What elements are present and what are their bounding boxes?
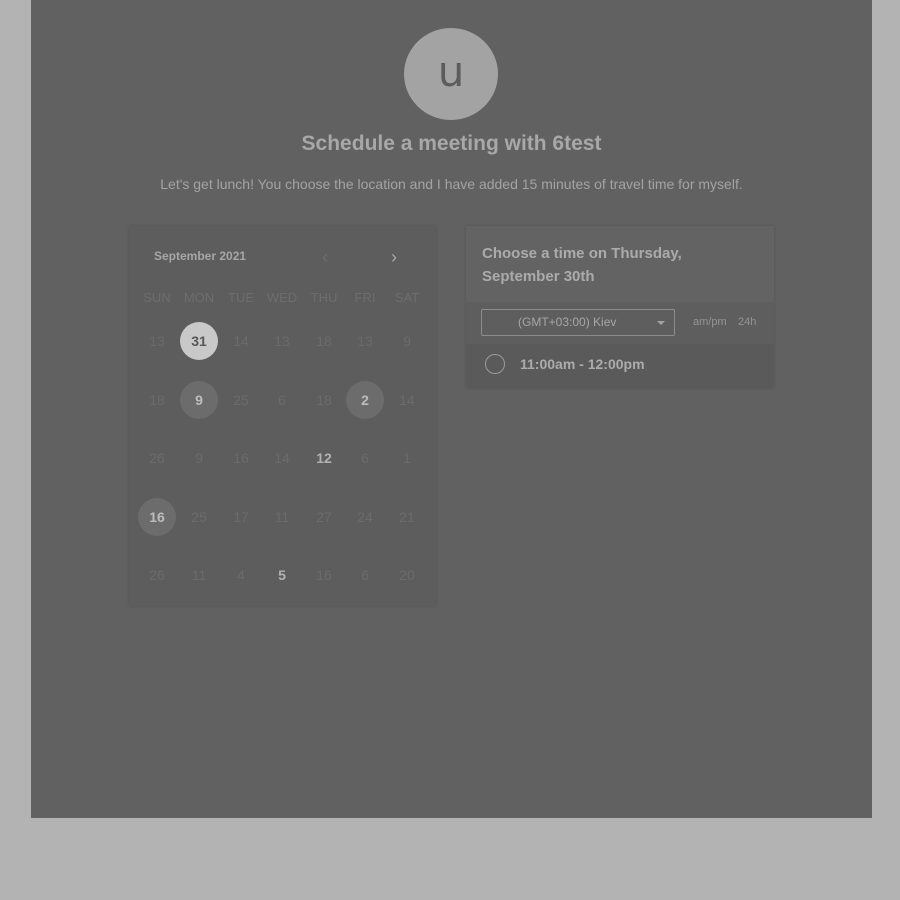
weekday-label: WED xyxy=(266,290,298,305)
calendar-day: 24 xyxy=(357,509,373,525)
avatar: u xyxy=(404,28,498,120)
calendar-day: 14 xyxy=(233,333,249,349)
calendar-day: 17 xyxy=(233,509,249,525)
time-panel-header: Choose a time on Thursday, September 30t… xyxy=(466,226,774,302)
calendar-day: 6 xyxy=(361,567,369,583)
calendar-day: 9 xyxy=(195,450,203,466)
calendar-day: 13 xyxy=(357,333,373,349)
chevron-left-icon[interactable]: ‹ xyxy=(315,246,335,268)
calendar-day: 25 xyxy=(191,509,207,525)
caret-down-icon xyxy=(657,321,665,325)
calendar-day: 16 xyxy=(233,450,249,466)
timezone-value: (GMT+03:00) Kiev xyxy=(518,315,617,329)
calendar-day: 1 xyxy=(403,450,411,466)
calendar-day[interactable]: 9 xyxy=(180,381,218,419)
calendar-day[interactable]: 16 xyxy=(138,498,176,536)
calendar-day: 25 xyxy=(233,392,249,408)
weekday-label: SUN xyxy=(143,290,171,305)
format-ampm-toggle[interactable]: am/pm xyxy=(693,316,727,328)
calendar-day[interactable]: 31 xyxy=(180,322,218,360)
calendar-day: 13 xyxy=(149,333,165,349)
meeting-description: Let's get lunch! You choose the location… xyxy=(160,176,743,192)
weekday-label: SAT xyxy=(394,290,420,305)
radio-circle-icon[interactable] xyxy=(485,354,505,374)
calendar-day: 21 xyxy=(399,509,415,525)
calendar-day: 18 xyxy=(316,333,332,349)
time-slot-label: 11:00am - 12:00pm xyxy=(520,356,645,372)
calendar-day: 20 xyxy=(399,567,415,583)
calendar-day: 14 xyxy=(274,450,290,466)
calendar-day: 11 xyxy=(191,567,207,583)
time-slot[interactable]: 11:00am - 12:00pm xyxy=(466,344,774,388)
calendar-day[interactable]: 12 xyxy=(305,439,343,477)
calendar-day: 16 xyxy=(316,567,332,583)
calendar: September 2021 ‹ › SUN MON TUE WED THU FRI SAT… xyxy=(129,226,436,606)
weekday-label: TUE xyxy=(228,290,254,305)
chevron-right-icon[interactable]: › xyxy=(384,246,404,268)
calendar-day: 26 xyxy=(149,567,165,583)
timezone-select[interactable]: (GMT+03:00) Kiev xyxy=(481,309,675,336)
calendar-day: 18 xyxy=(149,392,165,408)
calendar-month-label: September 2021 xyxy=(154,249,247,263)
page-title: Schedule a meeting with 6test xyxy=(301,132,602,155)
calendar-day: 4 xyxy=(237,567,245,583)
calendar-day: 26 xyxy=(149,450,165,466)
scheduling-page: u Schedule a meeting with 6test Let's ge… xyxy=(31,0,872,818)
calendar-day: 6 xyxy=(278,392,286,408)
time-panel-title: Choose a time on Thursday, September 30t… xyxy=(482,245,682,285)
timezone-row: (GMT+03:00) Kiev am/pm 24h xyxy=(466,302,774,344)
time-selection-panel: Choose a time on Thursday, September 30t… xyxy=(466,226,774,388)
calendar-day: 9 xyxy=(403,333,411,349)
weekday-label: THU xyxy=(310,290,338,305)
calendar-day: 14 xyxy=(399,392,415,408)
calendar-day[interactable]: 2 xyxy=(346,381,384,419)
calendar-day: 18 xyxy=(316,392,332,408)
calendar-day: 13 xyxy=(274,333,290,349)
calendar-day: 11 xyxy=(274,509,290,525)
weekday-label: FRI xyxy=(354,290,376,305)
calendar-day: 27 xyxy=(316,509,332,525)
weekday-label: MON xyxy=(183,290,215,305)
calendar-day[interactable]: 5 xyxy=(263,556,301,594)
calendar-day: 6 xyxy=(361,450,369,466)
format-24h-toggle[interactable]: 24h xyxy=(738,316,756,328)
